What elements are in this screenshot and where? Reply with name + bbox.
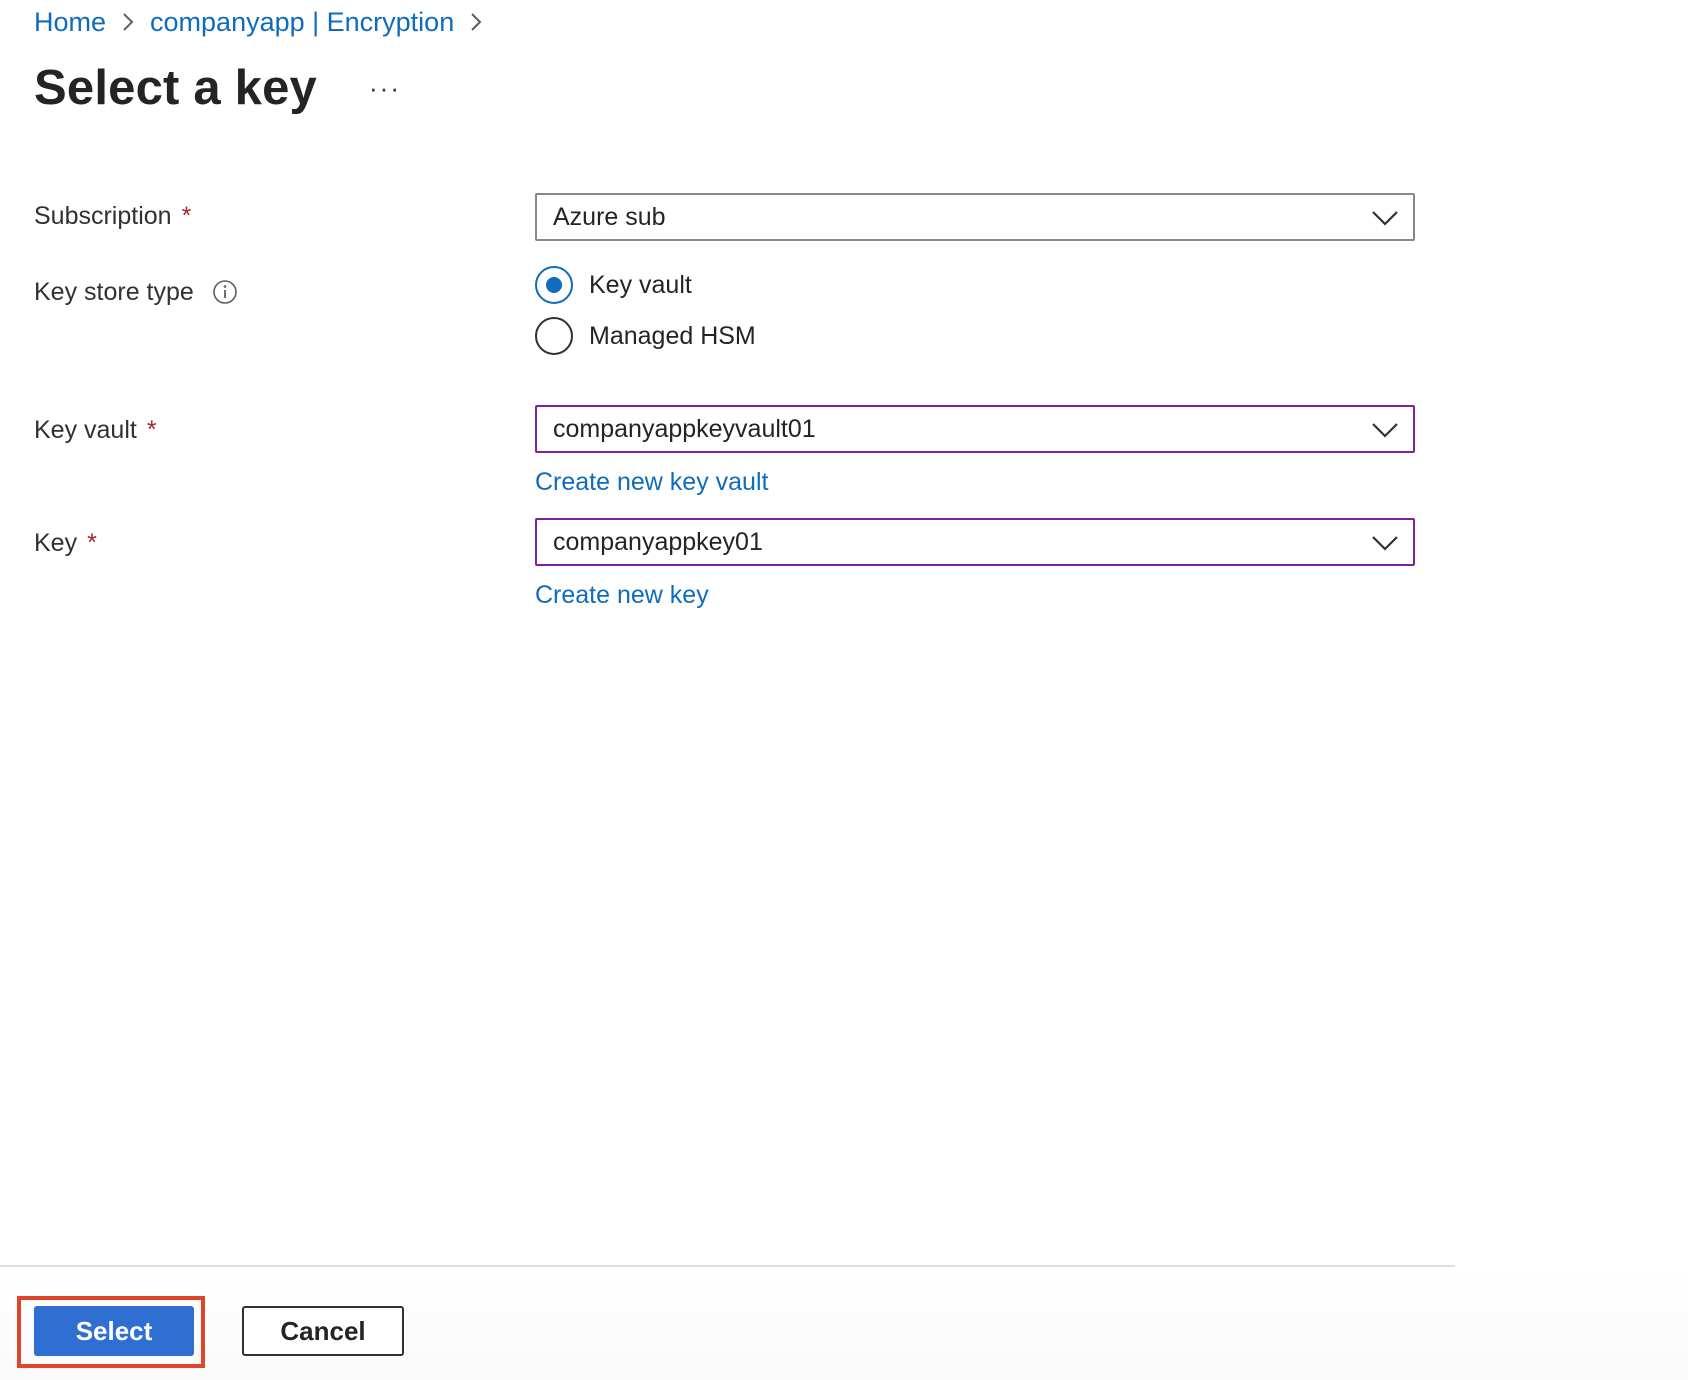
more-options-button[interactable]: ···: [365, 68, 405, 108]
key-value: companyappkey01: [553, 527, 763, 556]
subscription-label: Subscription *: [34, 196, 191, 236]
radio-key-vault-label: Key vault: [589, 270, 692, 299]
key-dropdown[interactable]: companyappkey01: [535, 518, 1415, 566]
radio-managed-hsm-label: Managed HSM: [589, 321, 756, 350]
chevron-right-icon: [454, 4, 498, 40]
radio-unchecked-icon: [535, 317, 573, 355]
subscription-dropdown[interactable]: Azure sub: [535, 193, 1415, 241]
breadcrumb-encryption-link[interactable]: companyapp | Encryption: [150, 7, 454, 38]
info-icon[interactable]: [212, 279, 238, 305]
required-indicator: *: [181, 201, 192, 230]
key-store-type-label: Key store type: [34, 272, 238, 312]
breadcrumb: Home companyapp | Encryption: [34, 4, 498, 40]
radio-key-vault[interactable]: Key vault: [535, 265, 692, 305]
required-indicator: *: [146, 415, 157, 444]
key-vault-dropdown[interactable]: companyappkeyvault01: [535, 405, 1415, 453]
breadcrumb-home-link[interactable]: Home: [34, 7, 106, 38]
required-indicator: *: [87, 528, 97, 557]
subscription-label-text: Subscription: [34, 201, 172, 230]
select-button[interactable]: Select: [34, 1306, 194, 1356]
footer-divider: [0, 1265, 1455, 1267]
create-new-key-vault-link[interactable]: Create new key vault: [535, 465, 768, 499]
key-label-text: Key: [34, 528, 78, 557]
chevron-right-icon: [106, 4, 150, 40]
key-vault-label: Key vault *: [34, 410, 157, 450]
radio-checked-icon: [535, 266, 573, 304]
chevron-down-icon: [1372, 211, 1398, 226]
radio-managed-hsm[interactable]: Managed HSM: [535, 316, 756, 356]
page-title: Select a key: [34, 61, 318, 115]
key-vault-label-text: Key vault: [34, 415, 137, 444]
select-key-page: Home companyapp | Encryption Select a ke…: [0, 0, 1688, 1380]
title-row: Select a key ···: [34, 54, 405, 122]
key-store-type-label-text: Key store type: [34, 277, 194, 306]
subscription-value: Azure sub: [553, 202, 666, 231]
create-new-key-link[interactable]: Create new key: [535, 578, 709, 612]
chevron-down-icon: [1372, 423, 1398, 438]
key-vault-value: companyappkeyvault01: [553, 414, 816, 443]
chevron-down-icon: [1372, 536, 1398, 551]
key-label: Key *: [34, 523, 97, 563]
cancel-button[interactable]: Cancel: [242, 1306, 404, 1356]
